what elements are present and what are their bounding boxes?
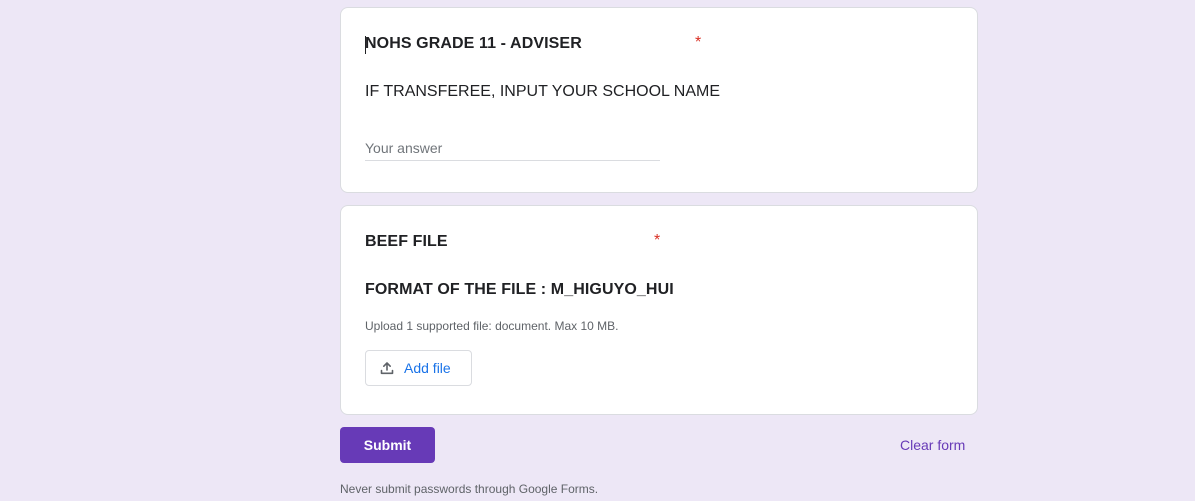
submit-button[interactable]: Submit [340, 427, 435, 463]
question-card-file-upload: BEEF FILE * FORMAT OF THE FILE : M_HIGUY… [340, 205, 978, 415]
question-description: IF TRANSFEREE, INPUT YOUR SCHOOL NAME [365, 83, 721, 100]
clear-form-button[interactable]: Clear form [900, 437, 965, 453]
upload-hint: Upload 1 supported file: document. Max 1… [365, 319, 619, 333]
question-title: BEEF FILE [365, 233, 448, 250]
footer-notice: Never submit passwords through Google Fo… [340, 482, 599, 496]
add-file-label: Add file [404, 360, 451, 376]
required-asterisk: * [695, 34, 702, 51]
upload-icon [380, 361, 394, 375]
question-description: FORMAT OF THE FILE : M_HIGUYO_HUI [365, 281, 674, 298]
question-title: NOHS GRADE 11 - ADVISER [365, 35, 582, 52]
question-card-adviser: NOHS GRADE 11 - ADVISER * IF TRANSFEREE,… [340, 7, 978, 193]
school-name-input[interactable] [365, 135, 660, 161]
required-asterisk: * [654, 232, 661, 249]
add-file-button[interactable]: Add file [365, 350, 472, 386]
